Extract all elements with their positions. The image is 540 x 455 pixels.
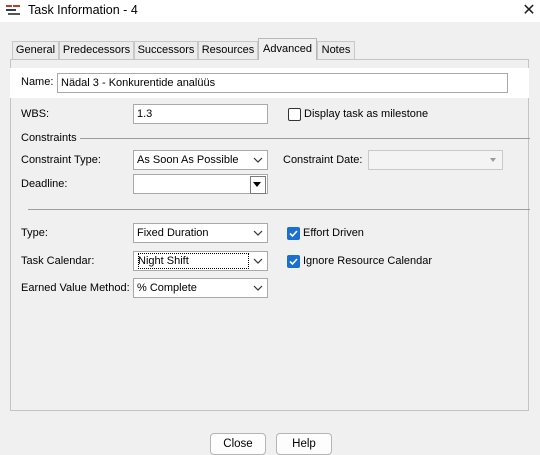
- constraint-type-select[interactable]: As Soon As Possible: [133, 150, 268, 170]
- constraints-divider: [80, 138, 530, 139]
- deadline-picker[interactable]: [133, 174, 268, 194]
- close-window-icon[interactable]: ✕: [519, 1, 539, 21]
- advanced-panel: [10, 59, 529, 411]
- chevron-down-icon: [253, 157, 263, 163]
- window-title: Task Information - 4: [28, 3, 138, 17]
- effort-driven-checkbox[interactable]: [287, 227, 300, 240]
- earned-value-label: Earned Value Method:: [21, 282, 130, 294]
- constraint-type-value: As Soon As Possible: [137, 154, 239, 166]
- project-app-icon: [5, 4, 22, 17]
- chevron-down-icon: [253, 285, 263, 291]
- checkmark-icon: [289, 230, 298, 238]
- constraint-type-label: Constraint Type:: [21, 154, 101, 166]
- effort-driven-label: Effort Driven: [303, 227, 364, 239]
- type-label: Type:: [21, 227, 48, 239]
- task-calendar-select[interactable]: Night Shift: [133, 251, 268, 271]
- tab-predecessors[interactable]: Predecessors: [59, 41, 134, 59]
- caret-down-icon: [253, 182, 261, 187]
- earned-value-value: % Complete: [137, 282, 197, 294]
- earned-value-select[interactable]: % Complete: [133, 278, 268, 298]
- task-calendar-label: Task Calendar:: [21, 255, 95, 267]
- tab-resources[interactable]: Resources: [198, 41, 258, 59]
- type-select[interactable]: Fixed Duration: [133, 223, 268, 243]
- chevron-down-icon: [253, 258, 263, 264]
- tab-general[interactable]: General: [12, 41, 59, 59]
- name-field[interactable]: Nädal 3 - Konkurentide analüüs: [57, 73, 508, 93]
- constraint-date-label: Constraint Date:: [283, 154, 363, 166]
- task-calendar-value: Night Shift: [137, 252, 250, 270]
- ignore-resource-calendar-label: Ignore Resource Calendar: [303, 255, 433, 267]
- deadline-label: Deadline:: [21, 178, 68, 190]
- caret-down-icon: [490, 158, 496, 162]
- type-value: Fixed Duration: [137, 227, 209, 239]
- tab-notes[interactable]: Notes: [317, 41, 355, 59]
- wbs-field[interactable]: 1.3: [133, 104, 268, 124]
- milestone-label: Display task as milestone: [304, 108, 429, 120]
- name-label: Name:: [21, 76, 54, 88]
- ignore-resource-calendar-checkbox[interactable]: [287, 255, 300, 268]
- tab-successors[interactable]: Successors: [134, 41, 198, 59]
- wbs-label: WBS:: [21, 108, 50, 120]
- chevron-down-icon: [253, 230, 263, 236]
- help-button[interactable]: Help: [276, 433, 332, 455]
- close-button[interactable]: Close: [210, 433, 266, 455]
- deadline-dropdown-button[interactable]: [250, 176, 266, 194]
- checkmark-icon: [289, 258, 298, 266]
- tab-advanced[interactable]: Advanced: [258, 38, 317, 60]
- milestone-checkbox[interactable]: [288, 108, 301, 121]
- constraints-header: Constraints: [21, 132, 77, 144]
- constraint-date-picker[interactable]: [368, 150, 503, 170]
- section-divider: [28, 209, 530, 210]
